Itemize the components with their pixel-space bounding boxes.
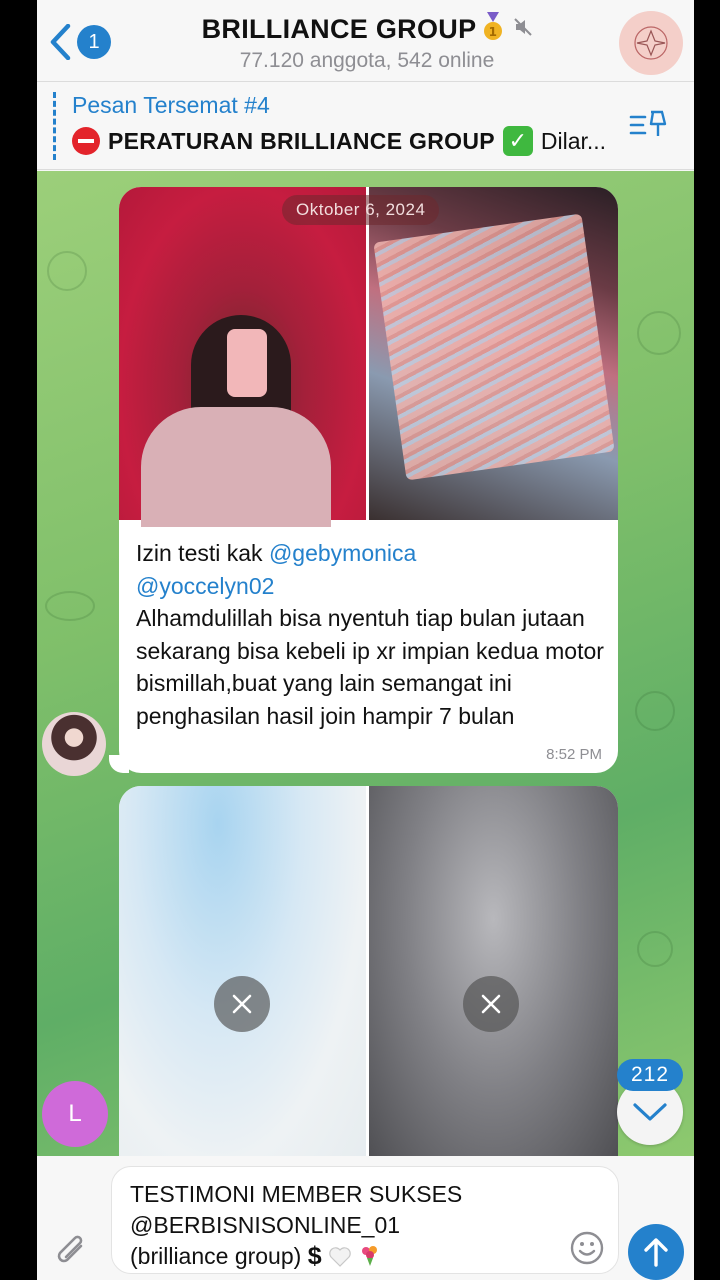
pinned-text: PERATURAN BRILLIANCE GROUP ✓ Dilar... [72, 126, 632, 156]
pinned-text-main: PERATURAN BRILLIANCE GROUP [108, 127, 495, 154]
pinned-title: Pesan Tersemat #4 [72, 92, 270, 118]
photo-banknotes [373, 213, 615, 481]
group-avatar[interactable] [619, 11, 683, 75]
cancel-download-button[interactable] [463, 976, 519, 1032]
wallpaper-doodle [637, 311, 681, 355]
paperclip-icon[interactable] [51, 1232, 91, 1272]
send-button[interactable] [628, 1224, 684, 1280]
photo-cash[interactable] [369, 187, 618, 520]
photo-body [141, 407, 331, 527]
back-button[interactable]: 1 [49, 20, 119, 64]
message-input-bar: TESTIMONI MEMBER SUKSES @BERBISNISONLINE… [37, 1156, 694, 1280]
no-entry-icon [72, 127, 100, 155]
cancel-download-icon [481, 994, 501, 1014]
input-line-3: (brilliance group) $ [130, 1241, 600, 1272]
blurred-photo[interactable] [119, 786, 366, 1156]
unread-count-badge: 212 [617, 1059, 683, 1091]
bubble-tail [109, 755, 129, 773]
message-input[interactable]: TESTIMONI MEMBER SUKSES @BERBISNISONLINE… [111, 1166, 619, 1274]
dollar-sign: $ [307, 1242, 322, 1270]
back-chevron-icon [50, 24, 71, 60]
mention-link[interactable]: @gebymonica [269, 540, 416, 566]
heart-icon [329, 1247, 351, 1267]
input-line-3-text: (brilliance group) [130, 1243, 302, 1269]
emoji-icon[interactable] [569, 1230, 605, 1266]
pinned-text-suffix: Dilar... [540, 127, 607, 154]
message-time: 8:52 PM [546, 746, 602, 763]
svg-text:1: 1 [489, 25, 498, 39]
mention-link[interactable]: @yoccelyn02 [136, 573, 274, 599]
message-bubble[interactable]: Oktober 6, 2024 Izin testi kak @gebymoni… [119, 187, 618, 773]
sender-avatar-initial[interactable]: L [42, 1081, 108, 1147]
pinned-indicator [53, 92, 56, 160]
chat-subtitle: 77.120 anggota, 542 online [239, 49, 495, 72]
message-text: Izin testi kak @gebymonica @yoccelyn02 A… [136, 537, 606, 732]
blurred-photo[interactable] [369, 786, 618, 1156]
cancel-download-icon [232, 994, 252, 1014]
chat-title-text: BRILLIANCE GROUP [201, 14, 477, 44]
wallpaper-doodle [47, 251, 87, 291]
chat-title: BRILLIANCE GROUP 1 [147, 12, 587, 45]
wallpaper-doodle [45, 591, 95, 621]
photo-phone [227, 329, 267, 397]
bouquet-icon [362, 1246, 378, 1266]
sender-avatar[interactable] [42, 712, 106, 776]
chat-area[interactable]: Oktober 6, 2024 Izin testi kak @gebymoni… [37, 171, 694, 1156]
photo-selfie[interactable] [119, 187, 366, 527]
chat-header: 1 BRILLIANCE GROUP 1 77.120 anggota, 542 … [37, 0, 694, 82]
wallpaper-doodle [637, 931, 673, 967]
message-intro: Izin testi kak [136, 540, 269, 566]
send-arrow-icon [644, 1238, 668, 1267]
check-icon: ✓ [502, 126, 533, 156]
medal-icon: 1 [484, 12, 503, 40]
cancel-download-button[interactable] [214, 976, 270, 1032]
pinned-message-bar[interactable]: Pesan Tersemat #4 PERATURAN BRILLIANCE G… [37, 82, 694, 170]
telegram-screen: 1 BRILLIANCE GROUP 1 77.120 anggota, 542 … [37, 0, 694, 1280]
wallpaper-doodle [635, 691, 675, 731]
pin-list-icon[interactable] [629, 108, 669, 140]
input-line-2: @BERBISNISONLINE_01 [130, 1212, 401, 1238]
date-separator: Oktober 6, 2024 [282, 195, 440, 225]
chevron-down-icon [633, 1103, 667, 1121]
message-bubble-media[interactable] [119, 786, 618, 1156]
input-line-1: TESTIMONI MEMBER SUKSES [130, 1181, 463, 1207]
chat-title-area[interactable]: BRILLIANCE GROUP 1 77.120 anggota, 542 on… [147, 12, 587, 73]
message-body: Alhamdulillah bisa nyentuh tiap bulan ju… [136, 605, 604, 729]
unread-chats-badge: 1 [77, 25, 111, 59]
group-logo-icon [634, 26, 668, 60]
mute-icon [514, 18, 533, 36]
